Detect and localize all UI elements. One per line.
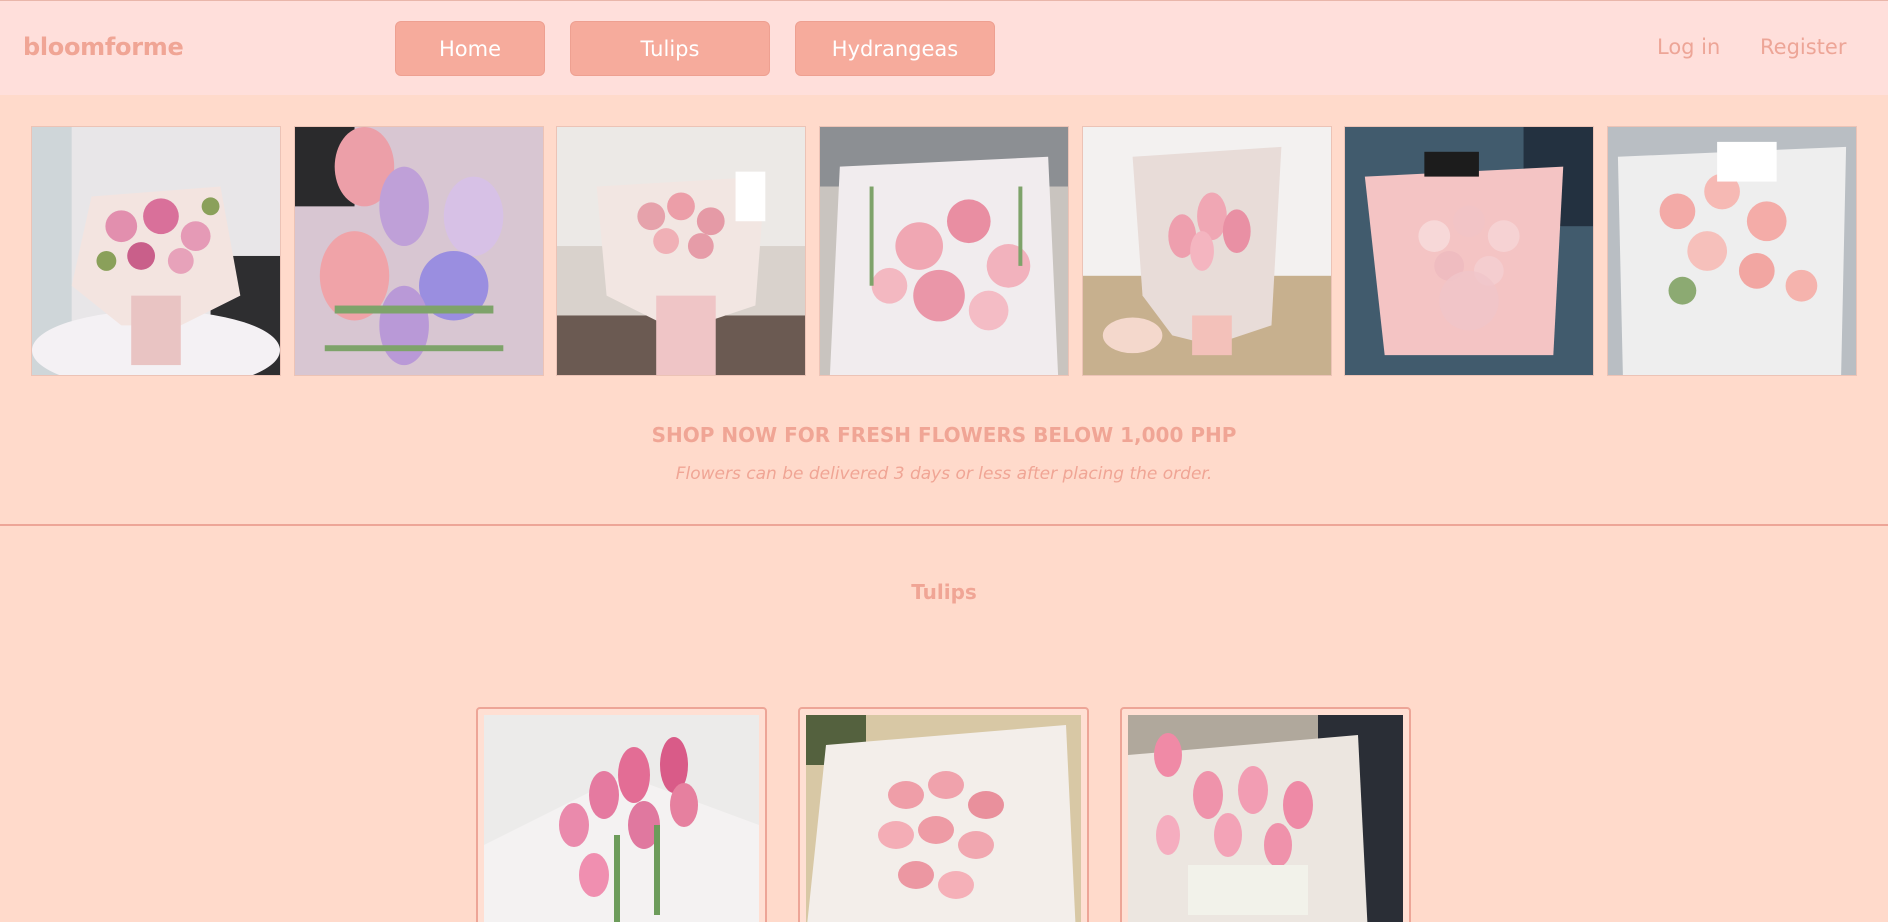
site-logo[interactable]: bloomforme — [23, 33, 184, 61]
gallery-image-rose-bouquet[interactable] — [556, 126, 806, 376]
gallery-image-carnation-bouquet[interactable] — [819, 126, 1069, 376]
promo-subtitle: Flowers can be delivered 3 days or less … — [675, 464, 1213, 484]
product-image[interactable] — [1128, 715, 1403, 922]
nav-home-button[interactable]: Home — [395, 21, 545, 76]
product-card[interactable] — [798, 707, 1089, 922]
nav-tulips-button[interactable]: Tulips — [570, 21, 770, 76]
product-card[interactable] — [476, 707, 767, 922]
nav-hydrangeas-button[interactable]: Hydrangeas — [795, 21, 995, 76]
login-link[interactable]: Log in — [1657, 35, 1720, 59]
product-image[interactable] — [484, 715, 759, 922]
gallery-image-lily-bouquet[interactable] — [31, 126, 281, 376]
gallery-image-peach-carnations[interactable] — [1607, 126, 1857, 376]
gallery-image-tulips-in-hand[interactable] — [1082, 126, 1332, 376]
promo-title: SHOP NOW FOR FRESH FLOWERS BELOW 1,000 P… — [651, 423, 1237, 447]
section-divider — [0, 524, 1888, 526]
section-title-tulips: Tulips — [911, 580, 977, 604]
product-image[interactable] — [806, 715, 1081, 922]
gallery-image-roses-babys-breath[interactable] — [1344, 126, 1594, 376]
product-card[interactable] — [1120, 707, 1411, 922]
gallery-image-mixed-tulips[interactable] — [294, 126, 544, 376]
top-navbar: bloomforme Home Tulips Hydrangeas Log in… — [0, 0, 1888, 95]
register-link[interactable]: Register — [1760, 35, 1846, 59]
